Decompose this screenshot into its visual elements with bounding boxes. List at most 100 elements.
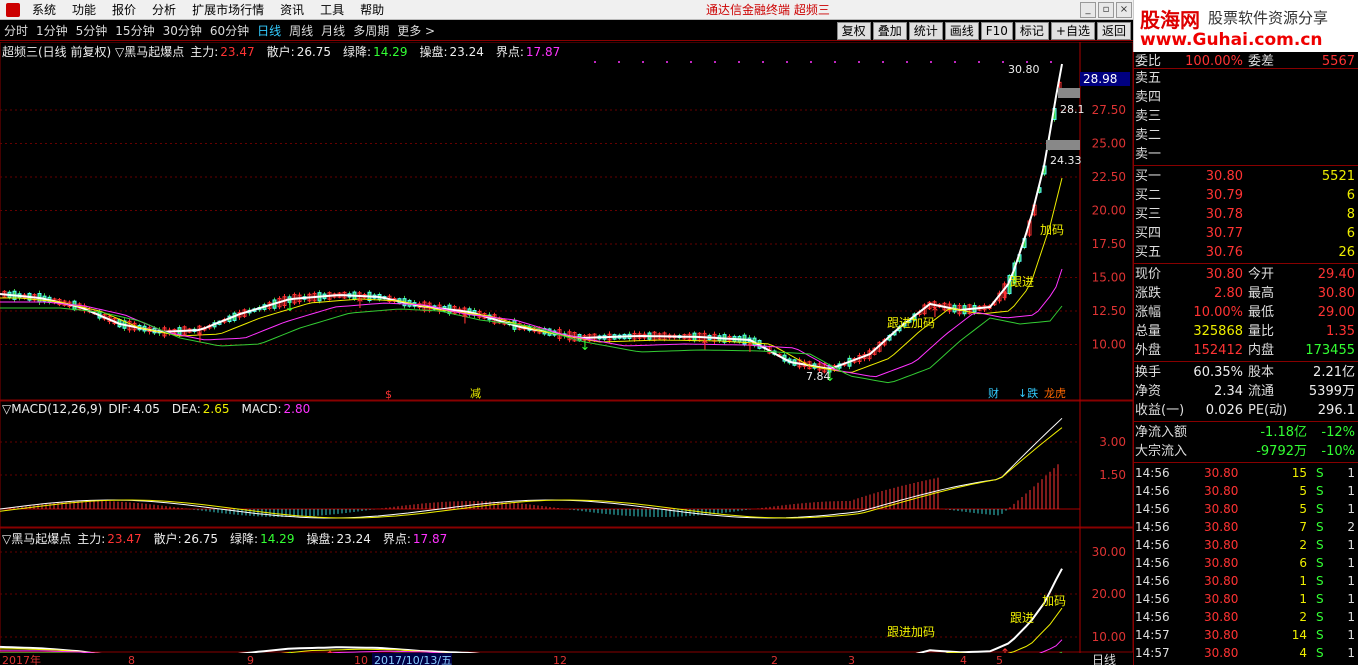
- legend-value: 26.75: [183, 532, 219, 546]
- period-toolbar: 分时 1分钟 5分钟 15分钟 30分钟 60分钟 日线 周线 月线 多周期 更多 > 复权 叠加 统计…: [0, 21, 1133, 41]
- tick-side: S: [1316, 592, 1324, 606]
- legend-value: 2.80: [283, 402, 311, 416]
- stat-label: 总量: [1135, 324, 1162, 339]
- logo-name: 股海网: [1140, 8, 1200, 32]
- signal-dot: [906, 61, 908, 63]
- tick-count: 2: [1347, 520, 1355, 534]
- period-tab[interactable]: 月线: [317, 21, 349, 41]
- legend-label: MACD:: [241, 402, 282, 416]
- trade-tick-row: 14:56 30.80 5 S 1: [1134, 482, 1358, 500]
- tick-time: 14:56: [1135, 556, 1170, 570]
- tool-button[interactable]: 画线: [944, 22, 979, 40]
- macd-tick: 1.50: [1099, 468, 1126, 482]
- tick-count: 1: [1347, 628, 1355, 642]
- event-marker[interactable]: 财: [988, 386, 999, 400]
- legend-value: 26.75: [296, 45, 332, 59]
- tick-volume: 2: [1299, 538, 1307, 552]
- period-tab[interactable]: 更多 >: [393, 21, 439, 41]
- restore-icon[interactable]: ▫: [1098, 2, 1114, 18]
- signal-label: 跟进加码: [887, 625, 935, 639]
- close-icon[interactable]: ×: [1116, 2, 1132, 18]
- signal-dot: [1002, 61, 1004, 63]
- app-icon[interactable]: [6, 2, 20, 17]
- tool-button[interactable]: 叠加: [872, 22, 907, 40]
- legend-item: 绿降: 14.29: [230, 532, 300, 546]
- menu-item[interactable]: 报价: [104, 0, 144, 20]
- menu-item[interactable]: 系统: [24, 0, 64, 20]
- legend-label: 主力:: [77, 532, 106, 546]
- period-tab[interactable]: 1分钟: [32, 21, 72, 41]
- flow-value: -1.18亿: [1260, 425, 1307, 440]
- menu-item[interactable]: 功能: [64, 0, 104, 20]
- event-marker[interactable]: ↓跌: [1018, 386, 1038, 400]
- menu-item[interactable]: 分析: [144, 0, 184, 20]
- divider: [1134, 263, 1358, 264]
- menu-item[interactable]: 工具: [312, 0, 352, 20]
- tick-count: 1: [1347, 502, 1355, 516]
- tool-button[interactable]: 返回: [1096, 22, 1131, 40]
- period-tab[interactable]: 5分钟: [72, 21, 112, 41]
- bid-label: 买二: [1135, 188, 1162, 203]
- tick-side: S: [1316, 646, 1324, 660]
- legend-value: 23.47: [220, 45, 255, 59]
- bid-price: 30.80: [1205, 169, 1243, 184]
- event-marker[interactable]: 减: [470, 387, 481, 400]
- tick-count: 1: [1347, 484, 1355, 498]
- quote-row: 总量 325868 量比 1.35: [1134, 322, 1358, 341]
- tool-button[interactable]: 统计: [908, 22, 943, 40]
- stat-value: 0.026: [1205, 403, 1243, 418]
- period-tab[interactable]: 分时: [0, 21, 32, 41]
- tool-button[interactable]: 标记: [1014, 22, 1049, 40]
- signal-dot: [978, 61, 980, 63]
- legend-value: 14.29: [373, 45, 408, 59]
- quote-row: 买四 30.77 6: [1134, 224, 1358, 243]
- macd-dea-line: [0, 427, 1063, 519]
- stat-value: 2.34: [1214, 384, 1243, 399]
- tick-side: S: [1316, 484, 1324, 498]
- signal-dot: [930, 61, 932, 63]
- quote-row: 卖三: [1134, 107, 1358, 126]
- stat-label: 流通: [1248, 384, 1275, 399]
- signal-dot: [666, 61, 668, 63]
- menu-item[interactable]: 资讯: [272, 0, 312, 20]
- period-tab[interactable]: 15分钟: [111, 21, 158, 41]
- event-marker[interactable]: 龙虎: [1044, 387, 1066, 400]
- date-tick: 2: [771, 654, 778, 665]
- legend-item: DIF: 4.05: [108, 402, 166, 416]
- trade-tick-row: 14:57 30.80 4 S 1: [1134, 644, 1358, 662]
- tool-button[interactable]: +自选: [1050, 22, 1095, 40]
- tick-price: 30.80: [1204, 592, 1239, 606]
- period-tab[interactable]: 多周期: [349, 21, 393, 41]
- flow-label: 净流入额: [1135, 425, 1188, 440]
- legend-item: 主力: 23.47: [77, 532, 147, 546]
- minimize-icon[interactable]: _: [1080, 2, 1096, 18]
- signal-dot: [810, 61, 812, 63]
- ask-label: 卖三: [1135, 109, 1162, 124]
- legend-item: 散户: 26.75: [267, 45, 337, 59]
- period-tab[interactable]: 日线: [253, 21, 285, 41]
- quote-row: 买二 30.79 6: [1134, 186, 1358, 205]
- stat-label: PE(动): [1248, 403, 1288, 418]
- menu-item[interactable]: 帮助: [352, 0, 392, 20]
- period-tab[interactable]: 周线: [285, 21, 317, 41]
- legend-item: 主力: 23.47: [190, 45, 260, 59]
- trade-tick-row: 14:56 30.80 1 S 1: [1134, 590, 1358, 608]
- tool-button[interactable]: 复权: [836, 22, 871, 40]
- legend-title: ▽MACD(12,26,9): [2, 402, 103, 416]
- tick-time: 14:56: [1135, 538, 1170, 552]
- stat-value: 1.35: [1326, 324, 1355, 339]
- menu-item[interactable]: 扩展市场行情: [184, 0, 272, 20]
- tick-count: 1: [1347, 466, 1355, 480]
- period-tab[interactable]: 60分钟: [206, 21, 253, 41]
- kline-chart[interactable]: 27.50 25.00 22.50 20.00 17.50 15.00 12.50 10.00…: [0, 42, 1133, 665]
- period-tab[interactable]: 30分钟: [159, 21, 206, 41]
- quote-panel: 委比 100.00% 委差 5567 卖五 卖四 卖三 卖二 卖一 买一 30.80 5521 买二 30…: [1133, 52, 1358, 665]
- quote-row: 收益(一) 0.026 PE(动) 296.1: [1134, 401, 1358, 420]
- tick-time: 14:57: [1135, 646, 1170, 660]
- stat-label: 涨跌: [1135, 286, 1162, 301]
- event-marker[interactable]: $: [385, 388, 392, 401]
- pane-border: [0, 42, 1133, 401]
- tool-button[interactable]: F10: [980, 22, 1013, 40]
- legend-label: 主力:: [190, 45, 219, 59]
- chart-area[interactable]: 27.50 25.00 22.50 20.00 17.50 15.00 12.50 10.00…: [0, 42, 1133, 665]
